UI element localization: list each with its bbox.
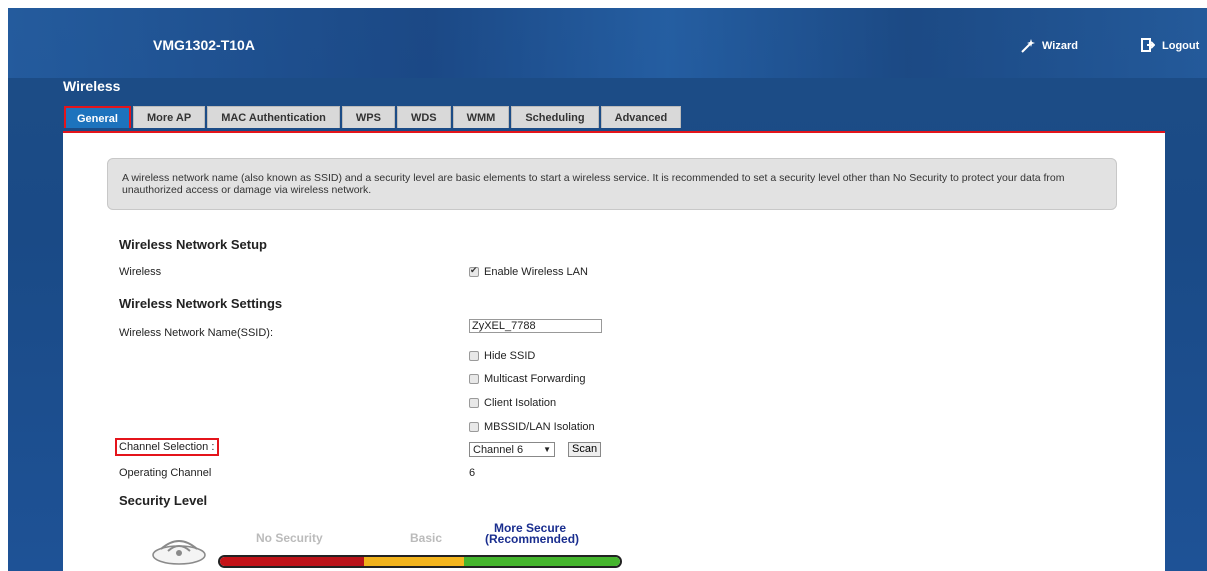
mbssid-isolation-label: MBSSID/LAN Isolation <box>484 421 595 433</box>
logout-button[interactable]: Logout <box>1140 38 1199 54</box>
channel-select-value: Channel 6 <box>473 443 524 456</box>
client-isolation-label: Client Isolation <box>484 397 557 409</box>
wireless-icon <box>151 529 207 568</box>
logout-icon <box>1140 38 1156 54</box>
enable-wireless-checkbox[interactable] <box>469 265 479 277</box>
multicast-field: Multicast Forwarding <box>469 373 585 385</box>
scan-button[interactable]: Scan <box>568 442 602 457</box>
tab-bar: General More AP MAC Authentication WPS W… <box>64 106 682 128</box>
info-message: A wireless network name (also known as S… <box>107 158 1117 210</box>
operating-channel-value: 6 <box>469 467 476 479</box>
hide-ssid-field: Hide SSID <box>469 350 535 362</box>
client-isolation-checkbox[interactable] <box>469 398 479 408</box>
main-content: A wireless network name (also known as S… <box>63 131 1165 571</box>
enable-wireless-label: Enable Wireless LAN <box>484 266 588 278</box>
security-level-none[interactable]: No Security <box>256 531 323 545</box>
multicast-checkbox[interactable] <box>469 374 479 384</box>
tab-advanced[interactable]: Advanced <box>600 106 682 128</box>
hide-ssid-label: Hide SSID <box>484 350 536 362</box>
setup-heading: Wireless Network Setup <box>119 237 267 252</box>
enable-wireless-field: Enable Wireless LAN <box>469 265 588 278</box>
mbssid-isolation-checkbox[interactable] <box>469 422 479 432</box>
mbssid-isolation-field: MBSSID/LAN Isolation <box>469 421 595 433</box>
settings-heading: Wireless Network Settings <box>119 296 283 311</box>
ssid-label: Wireless Network Name(SSID): <box>119 327 274 339</box>
section-title: Wireless <box>63 78 121 94</box>
tab-wds[interactable]: WDS <box>396 106 451 128</box>
security-heading: Security Level <box>119 493 208 508</box>
wizard-icon <box>1020 38 1036 54</box>
client-isolation-field: Client Isolation <box>469 397 556 409</box>
security-level-basic[interactable]: Basic <box>410 531 442 545</box>
chevron-down-icon: ▼ <box>543 445 551 454</box>
security-level-bar <box>220 557 620 566</box>
tab-scheduling[interactable]: Scheduling <box>511 106 599 128</box>
channel-selection-label: Channel Selection : <box>115 438 220 456</box>
security-level-more-secure[interactable]: More Secure (Recommended) <box>485 522 580 546</box>
wizard-button[interactable]: Wizard <box>1020 38 1078 54</box>
multicast-label: Multicast Forwarding <box>484 373 586 385</box>
operating-channel-label: Operating Channel <box>119 467 212 479</box>
logout-label: Logout <box>1162 40 1200 52</box>
wizard-label: Wizard <box>1042 40 1078 52</box>
recommended-label: (Recommended) <box>485 532 580 546</box>
tab-wmm[interactable]: WMM <box>452 106 510 128</box>
wireless-label: Wireless <box>119 266 162 278</box>
channel-field: Channel 6 ▼ Scan <box>469 442 602 457</box>
channel-select[interactable]: Channel 6 ▼ <box>469 442 555 457</box>
tab-general[interactable]: General <box>64 106 131 128</box>
app-frame: VMG1302-T10A Wizard Logout Wireless Gene… <box>8 8 1207 571</box>
tab-more-ap[interactable]: More AP <box>132 106 206 128</box>
device-model: VMG1302-T10A <box>153 37 255 53</box>
ssid-input[interactable] <box>469 319 602 333</box>
tab-wps[interactable]: WPS <box>341 106 395 128</box>
tab-mac-authentication[interactable]: MAC Authentication <box>207 106 340 128</box>
hide-ssid-checkbox[interactable] <box>469 351 479 361</box>
